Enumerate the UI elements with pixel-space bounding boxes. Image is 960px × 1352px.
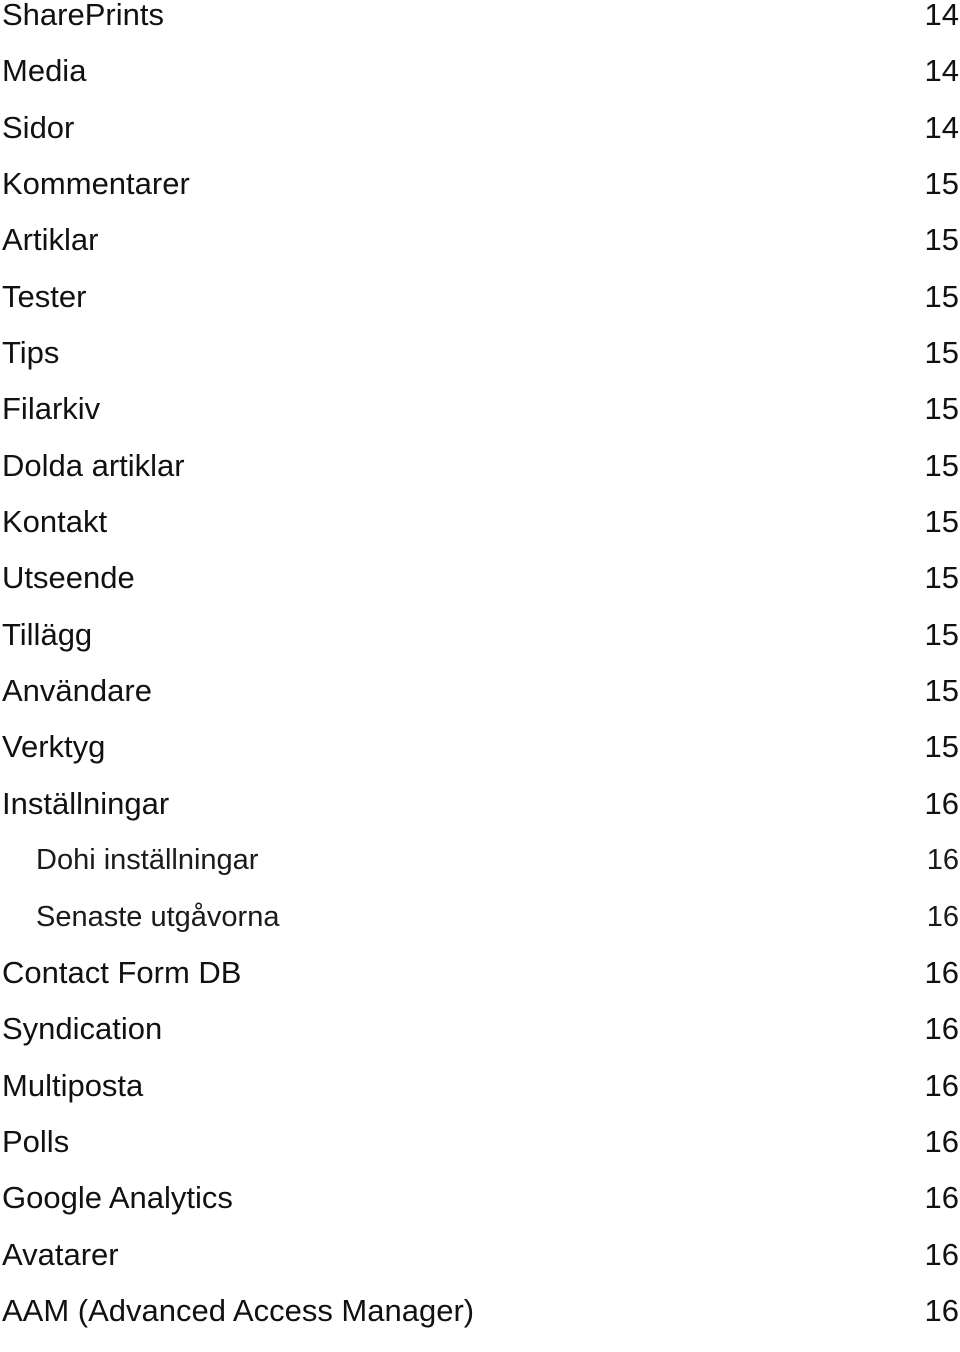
toc-entry-label: Media — [2, 53, 87, 89]
toc-entry-page-number: 14 — [924, 0, 959, 32]
toc-entry-label: Contact Form DB — [2, 954, 242, 990]
toc-entry[interactable]: Filarkiv 15 — [0, 391, 960, 450]
toc-entry-page-number: 16 — [924, 785, 959, 821]
toc-entry[interactable]: Polls 16 — [0, 1123, 960, 1183]
toc-entry-page-number: 15 — [924, 616, 959, 652]
toc-entry[interactable]: Google Analytics 16 — [0, 1180, 960, 1239]
toc-entry-label: Kommentarer — [2, 166, 190, 202]
toc-entry-page-number: 15 — [924, 447, 959, 483]
toc-entry-label: Kontakt — [2, 504, 108, 540]
toc-entry-page-number: 16 — [924, 1067, 959, 1103]
toc-entry[interactable]: Dohi inställningar 16 — [0, 844, 960, 901]
toc-entry[interactable]: Tester 15 — [0, 278, 960, 338]
toc-entry-label: Användare — [2, 673, 152, 709]
toc-entry-page-number: 14 — [924, 109, 959, 145]
toc-entry[interactable]: Dolda artiklar 15 — [0, 447, 960, 507]
toc-entry[interactable]: AAM (Advanced Access Manager) 16 — [0, 1292, 960, 1352]
toc-entry-label: AAM (Advanced Access Manager) — [2, 1292, 475, 1328]
toc-entry[interactable]: Kontakt 15 — [0, 504, 960, 563]
toc-entry[interactable]: Användare 15 — [0, 673, 960, 732]
toc-entry-page-number: 16 — [924, 1236, 959, 1272]
toc-entry-page-number: 15 — [924, 391, 959, 427]
toc-entry-label: Multiposta — [2, 1067, 144, 1103]
toc-entry-page-number: 15 — [924, 729, 959, 765]
toc-entry-page-number: 15 — [924, 560, 959, 596]
toc-entry-page-number: 16 — [924, 954, 959, 990]
toc-entry-label: Tips — [2, 335, 60, 371]
toc-entry-label: Artiklar — [2, 222, 99, 258]
toc-entry-page-number: 16 — [926, 844, 959, 877]
toc-entry[interactable]: Multiposta 16 — [0, 1067, 960, 1127]
toc-entry[interactable]: SharePrints 14 — [0, 0, 960, 56]
toc-entry[interactable]: Tips 15 — [0, 335, 960, 394]
toc-entry-page-number: 14 — [924, 53, 959, 89]
toc-entry[interactable]: Inställningar 16 — [0, 785, 960, 845]
toc-entry[interactable]: Syndication 16 — [0, 1011, 960, 1070]
toc-entry-label: Dolda artiklar — [2, 447, 185, 483]
toc-entry-page-number: 15 — [924, 278, 959, 314]
toc-entry-page-number: 16 — [924, 1123, 959, 1159]
toc-entry-page-number: 16 — [924, 1180, 959, 1216]
toc-entry-label: Inställningar — [2, 785, 170, 821]
toc-entry-label: Sidor — [2, 109, 75, 145]
toc-entry-label: Dohi inställningar — [36, 844, 259, 877]
toc-entry-page-number: 15 — [924, 504, 959, 540]
toc-entry-page-number: 15 — [924, 222, 959, 258]
toc-entry[interactable]: Media 14 — [0, 53, 960, 112]
toc-entry-page-number: 16 — [926, 900, 959, 933]
toc-entry-label: Tillägg — [2, 616, 93, 652]
toc-entry-label: Tester — [2, 278, 87, 314]
toc-entry-label: Google Analytics — [2, 1180, 233, 1216]
toc-entry-page-number: 16 — [924, 1011, 959, 1047]
toc-entry-page-number: 15 — [924, 335, 959, 371]
toc-entry-label: Senaste utgåvorna — [36, 900, 280, 933]
toc-entry[interactable]: Tillägg 15 — [0, 616, 960, 676]
toc-entry-label: Polls — [2, 1123, 70, 1159]
toc-entry[interactable]: Senaste utgåvorna 16 — [0, 900, 960, 958]
toc-entry-label: Avatarer — [2, 1236, 119, 1272]
toc-entry-label: Syndication — [2, 1011, 163, 1047]
toc-entry-label: SharePrints — [2, 0, 164, 32]
toc-entry[interactable]: Utseende 15 — [0, 560, 960, 619]
toc-entry[interactable]: Contact Form DB 16 — [0, 954, 960, 1014]
toc-entry-page-number: 16 — [924, 1292, 959, 1328]
toc-entry-label: Utseende — [2, 560, 135, 596]
toc-entry-label: Filarkiv — [2, 391, 101, 427]
toc-entry[interactable]: Avatarer 16 — [0, 1236, 960, 1296]
toc-entry[interactable]: Sidor 14 — [0, 109, 960, 169]
toc-entry-label: Verktyg — [2, 729, 106, 765]
toc-entry[interactable]: Kommentarer 15 — [0, 166, 960, 225]
table-of-contents: SharePrints 14 Media 14 Sidor 14 Kommentarer 15… — [0, 0, 960, 1352]
toc-entry-page-number: 15 — [924, 166, 959, 202]
toc-entry-page-number: 15 — [924, 673, 959, 709]
toc-entry[interactable]: Artiklar 15 — [0, 222, 960, 281]
toc-entry[interactable]: Verktyg 15 — [0, 729, 960, 788]
